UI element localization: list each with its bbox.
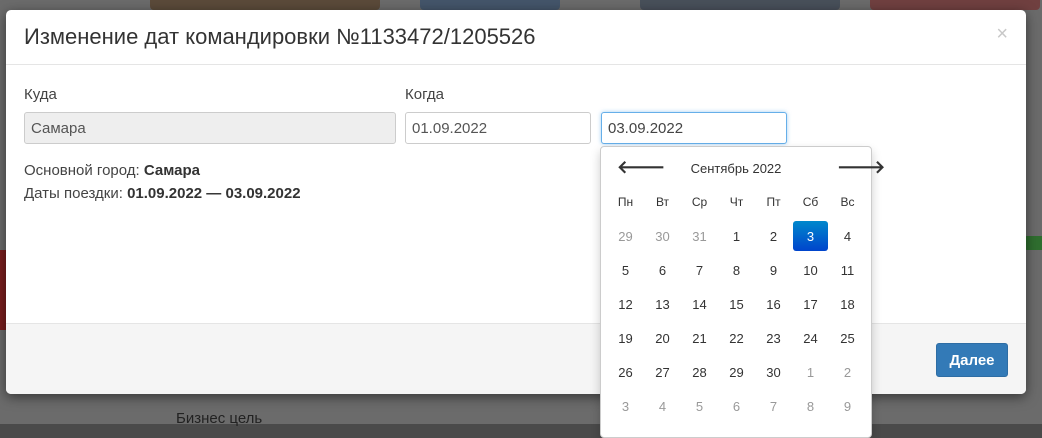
calendar-day[interactable]: 14 (681, 287, 718, 321)
modal-header: Изменение дат командировки №1133472/1205… (6, 10, 1026, 65)
calendar-day[interactable]: 4 (644, 389, 681, 423)
calendar-day[interactable]: 29 (607, 219, 644, 253)
calendar-day[interactable]: 23 (755, 321, 792, 355)
calendar-day[interactable]: 2 (829, 355, 866, 389)
background-banner (870, 0, 1040, 10)
modal-title: Изменение дат командировки №1133472/1205… (24, 24, 536, 49)
calendar-day[interactable]: 30 (644, 219, 681, 253)
datepicker-grid: Пн Вт Ср Чт Пт Сб Вс 29 30 31 1 2 3 4 5 6 7 8 9 10 11 12 13 14 1… (607, 185, 866, 423)
calendar-day[interactable]: 7 (681, 253, 718, 287)
datepicker: 🡐 Сентябрь 2022 🡒 Пн Вт Ср Чт Пт Сб Вс 29 30 31 1 2… (600, 146, 885, 438)
weekday-label: Ср (691, 195, 708, 209)
calendar-day[interactable]: 7 (755, 389, 792, 423)
date-from-input[interactable] (405, 112, 591, 144)
next-button[interactable]: Далее (936, 343, 1008, 377)
calendar-day[interactable]: 8 (792, 389, 829, 423)
main-city-value: Самара (143, 162, 200, 179)
destination-input (24, 112, 396, 144)
calendar-week-row: 19 20 21 22 23 24 25 (607, 321, 866, 355)
calendar-day[interactable]: 5 (607, 253, 644, 287)
calendar-day[interactable]: 16 (755, 287, 792, 321)
weekday-label: Пн (617, 195, 634, 209)
calendar-week-row: 5 6 7 8 9 10 11 (607, 253, 866, 287)
trip-dates-label: Даты поездки: (24, 185, 123, 202)
calendar-day[interactable]: 19 (607, 321, 644, 355)
main-city-label: Основной город: (24, 162, 140, 179)
calendar-day[interactable]: 18 (829, 287, 866, 321)
when-label: Когда (405, 86, 444, 103)
calendar-day[interactable]: 2 (755, 219, 792, 253)
destination-label: Куда (24, 86, 57, 103)
weekday-label: Вт (655, 195, 670, 209)
calendar-week-row: 29 30 31 1 2 3 4 (607, 219, 866, 253)
datepicker-month-title[interactable]: Сентябрь 2022 (601, 161, 871, 176)
background-business-goal-label: Бизнес цель (176, 410, 263, 427)
calendar-day[interactable]: 6 (718, 389, 755, 423)
calendar-day[interactable]: 21 (681, 321, 718, 355)
calendar-day[interactable]: 28 (681, 355, 718, 389)
calendar-day[interactable]: 27 (644, 355, 681, 389)
calendar-day[interactable]: 20 (644, 321, 681, 355)
calendar-day[interactable]: 9 (829, 389, 866, 423)
calendar-day[interactable]: 22 (718, 321, 755, 355)
change-trip-dates-modal: Изменение дат командировки №1133472/1205… (6, 10, 1026, 394)
weekday-label: Вс (840, 195, 855, 209)
calendar-day[interactable]: 17 (792, 287, 829, 321)
weekday-label: Пт (766, 195, 781, 209)
calendar-day[interactable]: 1 (792, 355, 829, 389)
main-city-info: Основной город: Самара (24, 162, 200, 179)
weekday-label: Сб (802, 195, 819, 209)
calendar-day[interactable]: 11 (829, 253, 866, 287)
close-button[interactable]: × (996, 24, 1008, 44)
weekday-header-row: Пн Вт Ср Чт Пт Сб Вс (607, 185, 866, 219)
calendar-day[interactable]: 10 (792, 253, 829, 287)
modal-footer: Далее (6, 323, 1026, 394)
calendar-day[interactable]: 26 (607, 355, 644, 389)
calendar-day[interactable]: 15 (718, 287, 755, 321)
weekday-label: Чт (729, 195, 744, 209)
next-month-arrow-icon[interactable]: 🡒 (837, 157, 885, 178)
calendar-day[interactable]: 13 (644, 287, 681, 321)
background-banner (640, 0, 840, 10)
background-banner (420, 0, 560, 10)
calendar-day[interactable]: 25 (829, 321, 866, 355)
trip-dates-value: 01.09.2022 — 03.09.2022 (127, 185, 301, 202)
calendar-day[interactable]: 4 (829, 219, 866, 253)
calendar-day[interactable]: 24 (792, 321, 829, 355)
calendar-day[interactable]: 3 (607, 389, 644, 423)
background-badge (1024, 236, 1042, 250)
calendar-day[interactable]: 31 (681, 219, 718, 253)
calendar-day[interactable]: 29 (718, 355, 755, 389)
calendar-day[interactable]: 1 (718, 219, 755, 253)
trip-dates-info: Даты поездки: 01.09.2022 — 03.09.2022 (24, 185, 301, 202)
calendar-day[interactable]: 30 (755, 355, 792, 389)
calendar-day-selected[interactable]: 3 (793, 221, 828, 251)
calendar-day[interactable]: 9 (755, 253, 792, 287)
calendar-week-row: 3456789 (607, 389, 866, 423)
date-to-input[interactable] (601, 112, 787, 144)
background-banner (150, 0, 380, 10)
calendar-week-row: 26 27 28 29 30 1 2 (607, 355, 866, 389)
calendar-day[interactable]: 12 (607, 287, 644, 321)
calendar-day[interactable]: 5 (681, 389, 718, 423)
calendar-day[interactable]: 6 (644, 253, 681, 287)
calendar-week-row: 12 13 14 15 16 17 18 (607, 287, 866, 321)
calendar-day[interactable]: 8 (718, 253, 755, 287)
